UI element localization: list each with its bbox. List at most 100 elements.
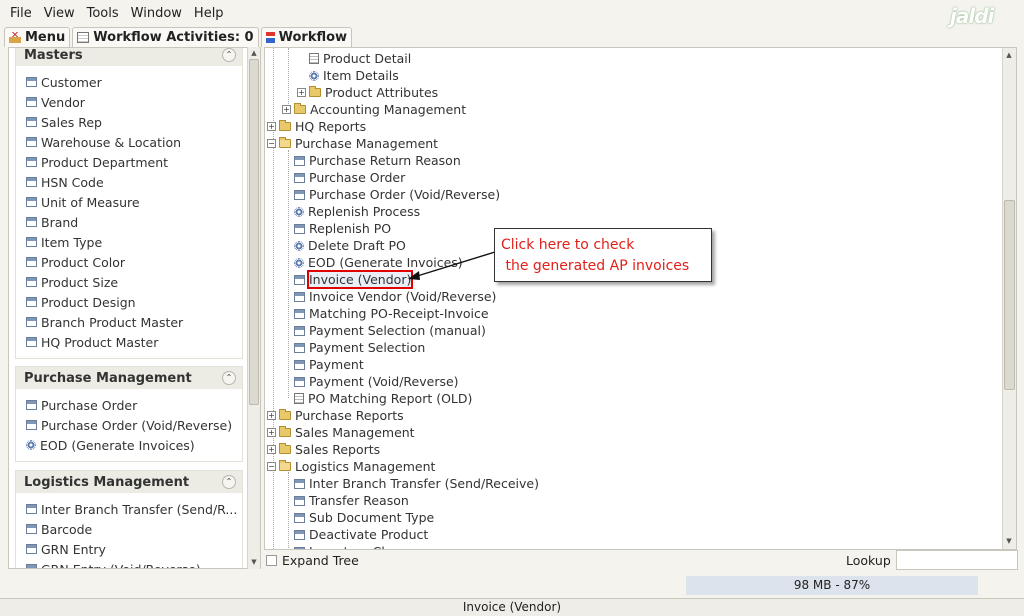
tree-node-label: Product Detail — [323, 51, 412, 66]
tree-node[interactable]: + Purchase Reports — [267, 407, 404, 424]
menu-item[interactable]: EOD (Generate Invoices) — [26, 435, 242, 455]
tree-node[interactable]: Product Detail — [309, 50, 411, 67]
tree-node[interactable]: Inter Branch Transfer (Send/Receive) — [294, 475, 539, 492]
menu-item[interactable]: Brand — [26, 212, 242, 232]
window-icon — [294, 172, 305, 183]
expand-tree-checkbox[interactable] — [266, 555, 277, 566]
menu-item[interactable]: GRN Entry (Void/Reverse) — [26, 559, 242, 569]
tree-node-label: Inventory Change — [309, 544, 421, 549]
tree-node-label: Purchase Management — [295, 136, 439, 151]
tree-node[interactable]: Replenish PO — [294, 220, 391, 237]
tree-node[interactable]: Invoice Vendor (Void/Reverse) — [294, 288, 496, 305]
group-header[interactable]: Purchase Management ⌃ — [16, 367, 242, 389]
scroll-up-icon[interactable]: ▲ — [1005, 51, 1013, 59]
tree-node[interactable]: + HQ Reports — [267, 118, 366, 135]
window-icon — [26, 400, 37, 410]
tree-node[interactable]: PO Matching Report (OLD) — [294, 390, 472, 407]
tree-node[interactable]: Payment Selection (manual) — [294, 322, 486, 339]
tree-node[interactable]: Delete Draft PO — [294, 237, 406, 254]
menu-item[interactable]: GRN Entry — [26, 539, 242, 559]
menu-item-label: GRN Entry (Void/Reverse) — [41, 561, 201, 569]
tab-workflow-activities[interactable]: Workflow Activities: 0 — [72, 27, 259, 47]
menu-item-label: GRN Entry — [41, 541, 106, 557]
tree-node[interactable]: Matching PO-Receipt-Invoice — [294, 305, 489, 322]
tree-node[interactable]: Payment Selection — [294, 339, 425, 356]
tab-menu-label: Menu — [25, 30, 66, 45]
group-title: Logistics Management — [24, 474, 190, 490]
scrollbar-thumb[interactable] — [249, 59, 259, 405]
lookup-input[interactable] — [896, 550, 1018, 570]
window-icon — [26, 257, 37, 267]
tree-node[interactable]: Purchase Return Reason — [294, 152, 461, 169]
tree-node-label: Logistics Management — [295, 459, 436, 474]
group-header[interactable]: Masters ⌃ — [16, 48, 242, 66]
menu-item[interactable]: Branch Product Master — [26, 312, 242, 332]
tree-node[interactable]: Deactivate Product — [294, 526, 428, 543]
menu-item[interactable]: HSN Code — [26, 172, 242, 192]
menu-item[interactable]: Purchase Order (Void/Reverse) — [26, 415, 242, 435]
tree-scrollbar[interactable]: ▲ ▼ — [1002, 48, 1016, 549]
tree-node[interactable]: Sub Document Type — [294, 509, 434, 526]
menu-item[interactable]: Product Design — [26, 292, 242, 312]
tree-node[interactable]: + Sales Management — [267, 424, 415, 441]
group-header[interactable]: Logistics Management ⌃ — [16, 471, 242, 493]
expand-icon[interactable]: + — [267, 428, 276, 437]
menu-item[interactable]: Item Type — [26, 232, 242, 252]
collapse-icon[interactable]: ⌃ — [222, 475, 236, 489]
window-icon — [294, 155, 305, 166]
collapse-icon[interactable]: − — [267, 139, 276, 148]
collapse-icon[interactable]: ⌃ — [222, 371, 236, 385]
collapse-icon[interactable]: − — [267, 462, 276, 471]
tree-node[interactable]: Purchase Order (Void/Reverse) — [294, 186, 500, 203]
tree-node[interactable]: − Purchase Management — [267, 135, 438, 152]
menu-window[interactable]: Window — [125, 6, 188, 21]
collapse-icon[interactable]: ⌃ — [222, 48, 236, 62]
menu-view[interactable]: View — [38, 6, 81, 21]
menu-tools[interactable]: Tools — [81, 6, 125, 21]
menu-item[interactable]: Inter Branch Transfer (Send/R... — [26, 499, 242, 519]
menu-item[interactable]: Product Department — [26, 152, 242, 172]
tree-node[interactable]: + Product Attributes — [297, 84, 438, 101]
expand-icon[interactable]: + — [267, 445, 276, 454]
tree-node[interactable]: Payment (Void/Reverse) — [294, 373, 459, 390]
expand-icon[interactable]: + — [267, 411, 276, 420]
menu-item[interactable]: Customer — [26, 72, 242, 92]
menu-item[interactable]: Vendor — [26, 92, 242, 112]
tree-node[interactable]: Replenish Process — [294, 203, 420, 220]
tree-node-selected[interactable]: Invoice (Vendor) — [294, 270, 414, 289]
tab-workflow[interactable]: Workflow — [260, 27, 353, 47]
memory-indicator[interactable]: 98 MB - 87% — [686, 576, 978, 595]
expand-icon[interactable]: + — [282, 105, 291, 114]
scroll-down-icon[interactable]: ▼ — [1005, 537, 1013, 545]
menu-panel-scrollbar[interactable]: ▲ ▼ — [247, 47, 260, 569]
scroll-down-icon[interactable]: ▼ — [250, 558, 258, 566]
tree-node[interactable]: Purchase Order — [294, 169, 405, 186]
tree-node-label: Product Attributes — [325, 85, 439, 100]
menu-item[interactable]: Barcode — [26, 519, 242, 539]
menu-item[interactable]: Product Color — [26, 252, 242, 272]
menu-item[interactable]: Warehouse & Location — [26, 132, 242, 152]
scrollbar-thumb[interactable] — [1004, 200, 1015, 390]
folder-icon — [279, 443, 291, 454]
tree-node[interactable]: Payment — [294, 356, 364, 373]
tree-node[interactable]: + Accounting Management — [282, 101, 466, 118]
menu-item[interactable]: HQ Product Master — [26, 332, 242, 352]
gear-icon — [294, 240, 304, 251]
tree-node[interactable]: − Logistics Management — [267, 458, 435, 475]
tree-node[interactable]: Inventory Change — [294, 543, 421, 549]
tree-node[interactable]: + Sales Reports — [267, 441, 380, 458]
menu-item[interactable]: Unit of Measure — [26, 192, 242, 212]
scroll-up-icon[interactable]: ▲ — [250, 49, 258, 57]
tree-node-label: Purchase Order (Void/Reverse) — [309, 187, 501, 202]
tab-menu[interactable]: Menu — [4, 27, 71, 47]
menu-item[interactable]: Product Size — [26, 272, 242, 292]
menu-item[interactable]: Purchase Order — [26, 395, 242, 415]
expand-tree-toggle[interactable]: Expand Tree — [266, 553, 359, 568]
expand-icon[interactable]: + — [297, 88, 306, 97]
menu-item[interactable]: Sales Rep — [26, 112, 242, 132]
expand-icon[interactable]: + — [267, 122, 276, 131]
menu-file[interactable]: File — [4, 6, 38, 21]
menu-help[interactable]: Help — [188, 6, 230, 21]
tree-node[interactable]: Item Details — [309, 67, 399, 84]
tree-node[interactable]: Transfer Reason — [294, 492, 409, 509]
